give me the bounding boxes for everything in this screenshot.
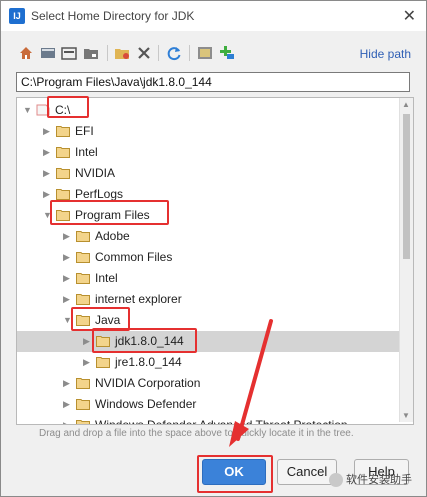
wechat-icon [329,473,343,488]
ok-button[interactable]: OK [202,459,266,485]
intellij-app-icon: IJ [9,8,25,24]
tree-row[interactable]: ▶ Windows Defender [17,394,399,415]
folder-icon [96,336,110,347]
collapsed-arrow-icon[interactable]: ▶ [63,399,73,409]
tree-row-label: C:\ [55,103,71,117]
dialog-title: Select Home Directory for JDK [31,9,195,23]
folder-icon [76,378,90,389]
toolbar-separator [158,45,159,61]
new-folder-icon[interactable] [114,45,130,61]
close-icon[interactable]: ✕ [403,6,416,26]
delete-icon[interactable] [136,45,152,61]
expanded-arrow-icon[interactable]: ▼ [23,105,33,115]
tree-row[interactable]: ▶ Intel [17,142,399,163]
tree-scrollbar[interactable]: ▲ ▼ [399,98,413,422]
folder-icon [76,252,90,263]
collapsed-arrow-icon[interactable]: ▶ [43,147,53,157]
desktop-icon[interactable] [40,45,56,61]
tree-row[interactable]: ▼ Java [17,310,399,331]
collapsed-arrow-icon[interactable]: ▶ [43,126,53,136]
collapsed-arrow-icon[interactable]: ▶ [43,189,53,199]
collapsed-arrow-icon[interactable]: ▶ [43,168,53,178]
tree-row[interactable]: ▶ NVIDIA Corporation [17,373,399,394]
tree-row[interactable]: ▶ NVIDIA [17,163,399,184]
collapsed-arrow-icon[interactable]: ▶ [63,294,73,304]
tree-row[interactable]: ▶ internet explorer [17,289,399,310]
folder-icon [56,147,70,158]
directory-tree[interactable]: ▶ Windows Defender Advanced Threat Protec… [16,97,414,425]
toolbar: Hide path [1,41,426,65]
tree-row[interactable]: ▶ Windows Defender Advanced Threat Protec… [17,415,399,425]
scroll-down-icon[interactable]: ▼ [402,411,410,420]
tree-row[interactable]: ▼ C:\ [17,100,399,121]
tree-row-label: NVIDIA [75,166,116,180]
tree-row-label: NVIDIA Corporation [95,376,201,390]
tree-row[interactable]: ▶ EFI [17,121,399,142]
scroll-thumb[interactable] [403,114,410,259]
collapsed-arrow-icon[interactable]: ▶ [63,231,73,241]
tree-row[interactable]: ▶ Adobe [17,226,399,247]
tree-row[interactable]: ▶ Intel [17,268,399,289]
add-icon[interactable] [219,45,235,61]
watermark: 软件安装助手 [329,471,412,488]
refresh-icon[interactable] [166,45,182,61]
tree-row-label: Windows Defender [95,397,197,411]
folder-icon [56,189,70,200]
show-hidden-icon[interactable] [197,45,213,61]
collapsed-arrow-icon[interactable]: ▶ [83,336,93,346]
tree-row-label: Java [95,313,121,327]
toolbar-separator [107,45,108,61]
folder-icon [76,294,90,305]
folder-icon [76,231,90,242]
title-bar: IJ Select Home Directory for JDK ✕ [1,1,426,31]
project-icon[interactable] [61,45,77,61]
module-icon[interactable] [83,45,99,61]
tree-row[interactable]: ▶ jdk1.8.0_144 [17,331,399,352]
folder-icon [76,399,90,410]
home-icon[interactable] [18,45,34,61]
expanded-arrow-icon[interactable]: ▼ [63,315,73,325]
collapsed-arrow-icon[interactable]: ▶ [63,378,73,388]
folder-icon [56,126,70,137]
tree-row-label: Program Files [75,208,150,222]
folder-icon [56,210,70,221]
tree-row[interactable]: ▶ Common Files [17,247,399,268]
drag-drop-hint: Drag and drop a file into the space abov… [39,428,354,439]
collapsed-arrow-icon[interactable]: ▶ [63,420,73,424]
tree-row-label: Intel [75,145,98,159]
tree-row[interactable]: ▶ PerfLogs [17,184,399,205]
tree-row-label: PerfLogs [75,187,124,201]
collapsed-arrow-icon[interactable]: ▶ [83,357,93,367]
tree-row-label: EFI [75,124,94,138]
tree-row-label: Intel [95,271,118,285]
scroll-up-icon[interactable]: ▲ [402,100,410,109]
tree-row-label: Adobe [95,229,130,243]
folder-icon [76,420,90,424]
expanded-arrow-icon[interactable]: ▼ [43,210,53,220]
select-home-directory-dialog: IJ Select Home Directory for JDK ✕ Hide … [0,0,427,497]
tree-row[interactable]: ▶ jre1.8.0_144 [17,352,399,373]
drive-icon [36,104,50,116]
tree-row-label: jdk1.8.0_144 [115,334,184,348]
tree-row-label: jre1.8.0_144 [115,355,182,369]
toolbar-separator [189,45,190,61]
tree-row-label: Common Files [95,250,173,264]
watermark-text: 软件安装助手 [346,474,412,486]
tree-row-label: Windows Defender Advanced Threat Protect… [95,418,348,425]
path-input[interactable] [16,72,410,92]
tree-row[interactable]: ▼ Program Files [17,205,399,226]
collapsed-arrow-icon[interactable]: ▶ [63,273,73,283]
hide-path-link[interactable]: Hide path [360,47,411,61]
folder-icon [96,357,110,368]
folder-icon [76,273,90,284]
cancel-button[interactable]: Cancel [277,459,337,485]
folder-icon [76,315,90,326]
collapsed-arrow-icon[interactable]: ▶ [63,252,73,262]
tree-row-label: internet explorer [95,292,182,306]
folder-icon [56,168,70,179]
